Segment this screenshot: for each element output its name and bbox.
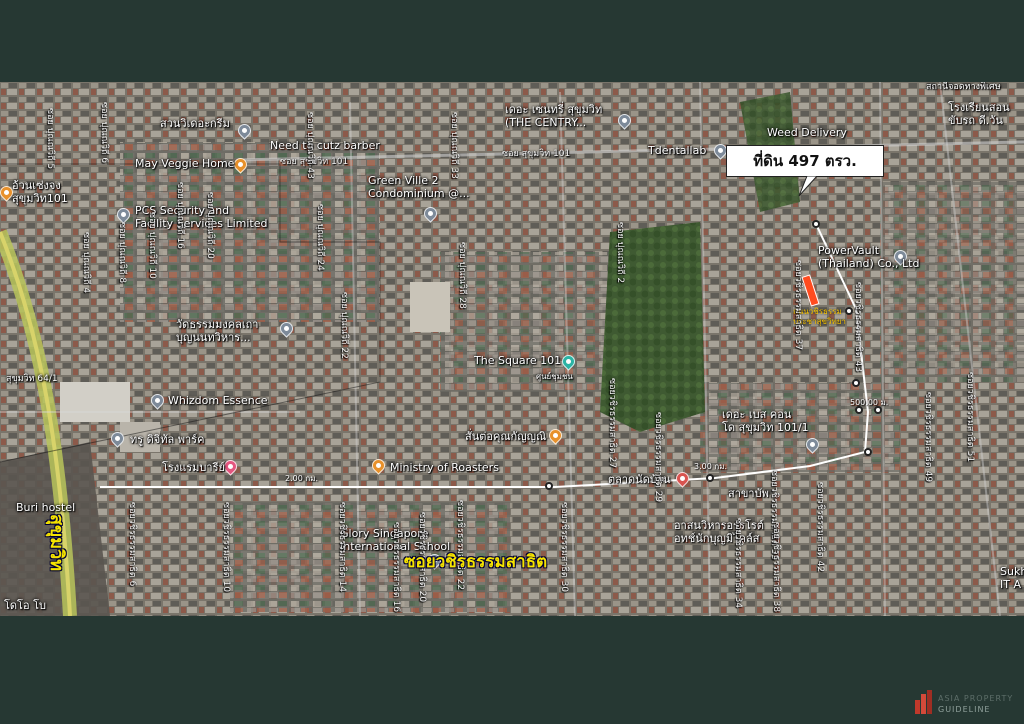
- street-label: ซอยวชิรธรรมสาธิต 29: [653, 412, 663, 503]
- road-title-sukhumvit: สุขุมวิท: [46, 514, 67, 572]
- road-title-vachira-thammasathit: ซอยวชิรธรรมสาธิต: [404, 552, 548, 572]
- street-label: ซอยวชิรธรรมสาธิต 30: [559, 502, 569, 593]
- street-label: ซอยวชิรธรรมสาธิต 34: [733, 518, 743, 609]
- street-label: ซอย ปุณณวิถี 4: [81, 232, 91, 294]
- brand-name: ASIA PROPERTY: [938, 694, 1014, 703]
- page-frame: ถนนวชิรธรรม ประชาสุขวิทยา 2.00 กม. 3.00 …: [0, 0, 1024, 724]
- street-label: ซอยวชิรธรรมสาธิต 51: [965, 372, 975, 463]
- street-label: ซอยวชิรธรรมสาธิต 43: [853, 282, 863, 373]
- street-label: ซอยวชิรธรรมสาธิต 10: [221, 502, 231, 593]
- route-node-1: [812, 220, 820, 228]
- route-node-3: [852, 379, 860, 387]
- street-label: ซอยวชิรธรรมสาธิต 14: [337, 502, 347, 593]
- street-label: ซอย ปุณณวิถี 8: [117, 222, 127, 284]
- street-label: ซอย ปุณณวิถี 20: [205, 192, 215, 259]
- street-label: ซอย ปุณณวิถี 22: [339, 292, 349, 359]
- callout-pointer: [798, 176, 818, 197]
- street-label: ซอย ปุณณวิถี 16: [175, 182, 185, 249]
- street-label: ซอยวชิรธรรมสาธิต 16: [391, 522, 401, 613]
- route-node-7: [706, 474, 714, 482]
- street-label: ซอย ปุณณวิถี 2: [615, 222, 625, 284]
- street-label: ซอยวชิรธรรมสาธิต 6: [127, 502, 137, 587]
- route-node-6: [864, 448, 872, 456]
- street-label: ซอย สุขุมวิท 101: [502, 149, 571, 159]
- distance-label-3km: 3.00 กม.: [694, 462, 728, 471]
- distance-label-2km: 2.00 กม.: [285, 474, 319, 483]
- brand-logo-icon: [915, 690, 932, 714]
- street-label: ซอย ปุณณวิถี 24: [315, 204, 325, 271]
- street-label: ซอย ปุณณวิถี 33: [449, 112, 459, 179]
- street-label: ซอย ปุณณวิถี 6: [99, 102, 109, 164]
- street-label: ซอยวชิรธรรมสาธิต 49: [923, 392, 933, 483]
- street-label: ซอยวชิรธรรมสาธิต 27: [607, 378, 617, 469]
- route-node-8: [545, 482, 553, 490]
- brand-tagline: GUIDELINE: [938, 705, 991, 714]
- distance-label-500m: 500.00 ม.: [850, 398, 889, 407]
- street-label: ซอย ปุณณวิถี 5: [45, 108, 55, 170]
- brand-watermark: ASIA PROPERTY GUIDELINE: [914, 686, 1018, 720]
- street-label: ซอย ปุณณวิถี 43: [305, 112, 315, 179]
- land-size-callout: ที่ดิน 497 ตรว.: [726, 145, 884, 177]
- street-label: ซอยวชิรธรรมสาธิต 22: [455, 500, 465, 591]
- street-label: ซอย ปุณณวิถี 28: [457, 242, 467, 309]
- street-label: ซอย ปุณณวิถี 10: [147, 212, 157, 279]
- street-label: ซอยวชิรธรรมสาธิต 37: [793, 260, 803, 351]
- street-label: ซอยวชิรธรรมสาธิต 38: [771, 522, 781, 613]
- street-label: ซอยวชิรธรรมสาธิต 42: [815, 482, 825, 573]
